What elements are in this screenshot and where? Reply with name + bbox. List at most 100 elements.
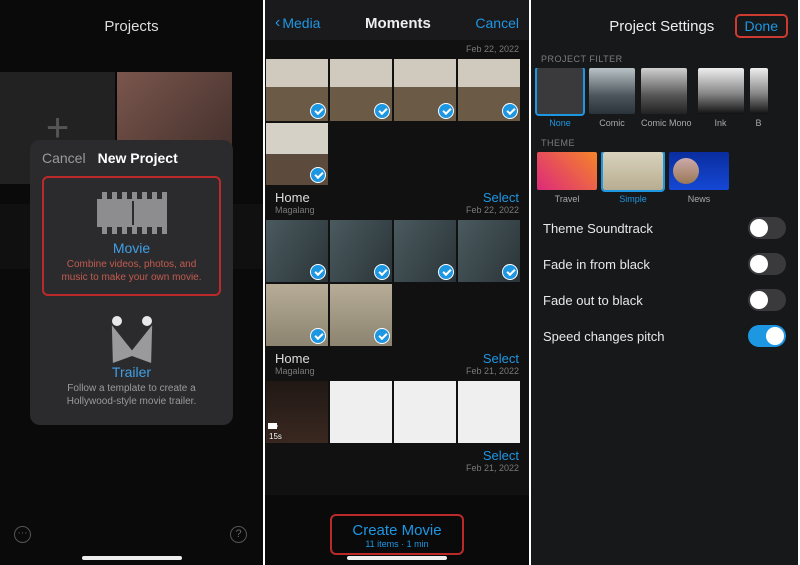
toggle-switch[interactable] <box>748 253 786 275</box>
theme-simple[interactable]: Simple <box>603 152 663 204</box>
toggle-switch[interactable] <box>748 289 786 311</box>
media-thumb[interactable] <box>394 220 456 282</box>
filter-comic-mono[interactable]: Comic Mono <box>641 68 692 128</box>
modal-title: New Project <box>98 150 178 166</box>
video-duration: 15s <box>269 432 282 441</box>
media-thumb[interactable] <box>394 381 456 443</box>
media-thumb[interactable] <box>330 59 392 121</box>
screen-new-project: Projects + ⋯ ? Cancel New Project Movie … <box>0 0 265 565</box>
theme-row[interactable]: Travel Simple News <box>531 152 798 204</box>
media-thumb[interactable] <box>458 59 520 121</box>
setting-label: Theme Soundtrack <box>543 221 653 236</box>
setting-speed-pitch: Speed changes pitch <box>543 318 786 354</box>
media-thumb[interactable] <box>266 284 328 346</box>
screen-media-picker: ‹Media Moments Cancel Feb 22, 2022 HomeM… <box>265 0 531 565</box>
back-button[interactable]: ‹Media <box>275 14 320 32</box>
setting-label: Fade out to black <box>543 293 643 308</box>
media-thumb[interactable] <box>266 220 328 282</box>
section-title: Home <box>275 351 315 366</box>
media-thumb[interactable] <box>330 284 392 346</box>
create-movie-sub: 11 items · 1 min <box>352 539 441 549</box>
theme-travel[interactable]: Travel <box>537 152 597 204</box>
cancel-button[interactable]: Cancel <box>42 150 86 166</box>
create-movie-button[interactable]: Create Movie 11 items · 1 min <box>330 514 463 555</box>
movie-label: Movie <box>52 240 211 256</box>
movie-option[interactable]: Movie Combine videos, photos, and music … <box>42 176 221 296</box>
check-icon <box>374 264 390 280</box>
section-date: Feb 21, 2022 <box>466 366 519 376</box>
filter-partial[interactable]: B <box>750 68 768 128</box>
back-label: Media <box>282 15 320 31</box>
check-icon <box>310 167 326 183</box>
section-header: HomeMagalang SelectFeb 21, 2022 <box>265 347 529 380</box>
filter-section-label: PROJECT FILTER <box>531 44 798 68</box>
media-thumb[interactable] <box>458 381 520 443</box>
section-title: Home <box>275 190 315 205</box>
media-thumb[interactable] <box>394 59 456 121</box>
moments-scroll[interactable]: Feb 22, 2022 HomeMagalang SelectFeb 22, … <box>265 40 529 565</box>
check-icon <box>438 103 454 119</box>
media-thumb[interactable]: 15s <box>266 381 328 443</box>
settings-title: Project Settings <box>589 18 735 35</box>
check-icon <box>310 328 326 344</box>
theme-section-label: THEME <box>531 128 798 152</box>
check-icon <box>502 103 518 119</box>
select-link[interactable]: Select <box>466 448 519 463</box>
theme-name: Simple <box>603 194 663 204</box>
check-icon <box>438 264 454 280</box>
spotlight-icon <box>102 316 162 360</box>
filter-row[interactable]: None Comic Comic Mono Ink B <box>531 68 798 128</box>
picker-navbar: ‹Media Moments Cancel <box>265 0 529 40</box>
media-thumb[interactable] <box>458 220 520 282</box>
select-link[interactable]: Select <box>466 351 519 366</box>
trailer-label: Trailer <box>50 364 213 380</box>
section-header: Feb 22, 2022 <box>265 40 529 58</box>
toggle-switch[interactable] <box>748 325 786 347</box>
cancel-button[interactable]: Cancel <box>475 15 519 31</box>
section-header: SelectFeb 21, 2022 <box>265 444 529 477</box>
filter-comic[interactable]: Comic <box>589 68 635 128</box>
trailer-option[interactable]: Trailer Follow a template to create a Ho… <box>42 304 221 418</box>
check-icon <box>374 103 390 119</box>
filter-name: Comic Mono <box>641 118 692 128</box>
section-subtitle: Magalang <box>275 366 315 376</box>
create-movie-label: Create Movie <box>352 522 441 539</box>
theme-news[interactable]: News <box>669 152 729 204</box>
settings-list: Theme Soundtrack Fade in from black Fade… <box>531 204 798 354</box>
section-header: HomeMagalang SelectFeb 22, 2022 <box>265 186 529 219</box>
filter-name: Comic <box>589 118 635 128</box>
home-indicator <box>347 556 447 560</box>
picker-title: Moments <box>365 15 431 32</box>
filter-name: B <box>750 118 768 128</box>
setting-theme-soundtrack: Theme Soundtrack <box>543 210 786 246</box>
help-icon[interactable]: ? <box>230 526 247 543</box>
projects-title: Projects <box>0 0 263 43</box>
new-project-modal: Cancel New Project Movie Combine videos,… <box>30 140 233 425</box>
media-thumb[interactable] <box>266 59 328 121</box>
done-button[interactable]: Done <box>735 14 788 38</box>
filter-name: Ink <box>698 118 744 128</box>
screen-project-settings: Project Settings Done PROJECT FILTER Non… <box>531 0 798 565</box>
media-thumb[interactable] <box>330 220 392 282</box>
theme-name: News <box>669 194 729 204</box>
setting-fade-in: Fade in from black <box>543 246 786 282</box>
filter-ink[interactable]: Ink <box>698 68 744 128</box>
home-indicator <box>82 556 182 560</box>
more-menu-icon[interactable]: ⋯ <box>14 526 31 543</box>
setting-label: Speed changes pitch <box>543 329 664 344</box>
media-thumb[interactable] <box>266 123 328 185</box>
section-date: Feb 22, 2022 <box>466 205 519 215</box>
setting-label: Fade in from black <box>543 257 650 272</box>
toggle-switch[interactable] <box>748 217 786 239</box>
check-icon <box>502 264 518 280</box>
film-icon <box>97 192 167 234</box>
section-date: Feb 21, 2022 <box>466 463 519 473</box>
select-link[interactable]: Select <box>466 190 519 205</box>
section-subtitle: Magalang <box>275 205 315 215</box>
chevron-left-icon: ‹ <box>275 14 280 32</box>
trailer-desc: Follow a template to create a Hollywood-… <box>50 380 213 408</box>
media-thumb[interactable] <box>330 381 392 443</box>
check-icon <box>310 264 326 280</box>
section-date: Feb 22, 2022 <box>466 44 519 54</box>
filter-none[interactable]: None <box>537 68 583 128</box>
